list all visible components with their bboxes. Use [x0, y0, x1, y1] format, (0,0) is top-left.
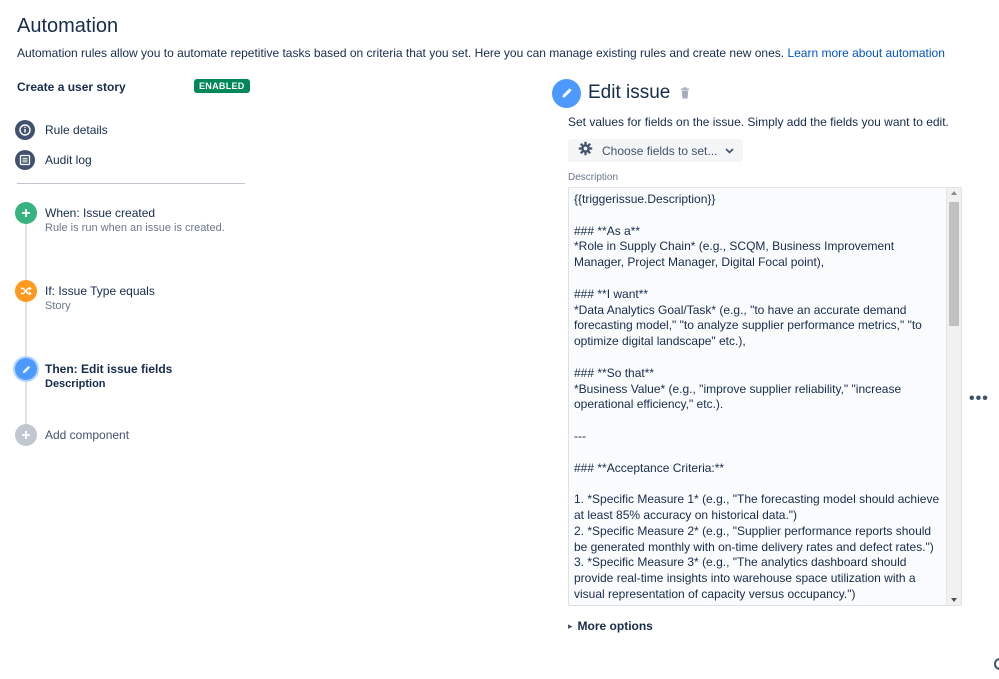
plus-icon — [15, 202, 37, 224]
edit-issue-description: Set values for fields on the issue. Simp… — [568, 115, 949, 129]
step-action-title: Then: Edit issue fields — [45, 362, 173, 376]
left-divider — [17, 183, 245, 184]
textarea-scrollbar[interactable] — [946, 188, 961, 605]
list-icon — [15, 150, 35, 170]
plus-icon — [15, 424, 37, 446]
nav-audit-log-label: Audit log — [45, 153, 92, 167]
more-options-label: More options — [577, 619, 653, 633]
trash-icon[interactable] — [680, 87, 690, 99]
description-text[interactable]: {{triggerissue.Description}} ### **As a*… — [574, 192, 944, 603]
description-field-label: Description — [568, 172, 619, 183]
add-component-label: Add component — [45, 428, 130, 442]
choose-fields-label: Choose fields to set... — [602, 143, 718, 158]
step-action-subtitle: Description — [45, 378, 106, 390]
chevron-right-icon: ▸ — [568, 620, 573, 631]
step-trigger-title: When: Issue created — [45, 206, 156, 220]
rule-name: Create a user story — [17, 80, 126, 94]
step-condition-subtitle: Story — [45, 300, 71, 312]
rule-header: Create a user story ENABLED — [17, 79, 250, 96]
page-intro: Automation rules allow you to automate r… — [17, 46, 945, 60]
nav-rule-details-label: Rule details — [45, 123, 108, 137]
learn-more-link[interactable]: Learn more about automation — [787, 46, 944, 60]
page-title: Automation — [17, 15, 119, 37]
step-condition-title: If: Issue Type equals — [45, 284, 155, 298]
pencil-icon — [552, 78, 581, 108]
shuffle-icon — [15, 280, 37, 302]
nav-rule-details[interactable]: Rule details — [15, 119, 108, 141]
chevron-down-icon — [725, 147, 734, 154]
scroll-thumb[interactable] — [949, 202, 959, 326]
help-icon[interactable] — [994, 658, 999, 670]
scroll-down-arrow-icon[interactable] — [951, 598, 957, 602]
page-intro-text: Automation rules allow you to automate r… — [17, 46, 785, 60]
choose-fields-button[interactable]: Choose fields to set... — [568, 139, 743, 162]
timeline-line — [25, 220, 27, 432]
nav-audit-log[interactable]: Audit log — [15, 149, 92, 171]
step-trigger-subtitle: Rule is run when an issue is created. — [45, 222, 225, 234]
more-actions-icon[interactable]: ••• — [969, 390, 989, 408]
more-options-toggle[interactable]: ▸ More options — [568, 619, 653, 633]
status-badge[interactable]: ENABLED — [194, 79, 250, 93]
pencil-icon — [15, 358, 37, 380]
edit-issue-title: Edit issue — [588, 82, 671, 103]
info-icon — [15, 120, 35, 140]
gear-icon — [578, 141, 593, 161]
scroll-up-arrow-icon[interactable] — [951, 191, 957, 195]
description-textarea[interactable]: {{triggerissue.Description}} ### **As a*… — [568, 187, 962, 606]
edit-issue-header: Edit issue — [552, 78, 690, 108]
